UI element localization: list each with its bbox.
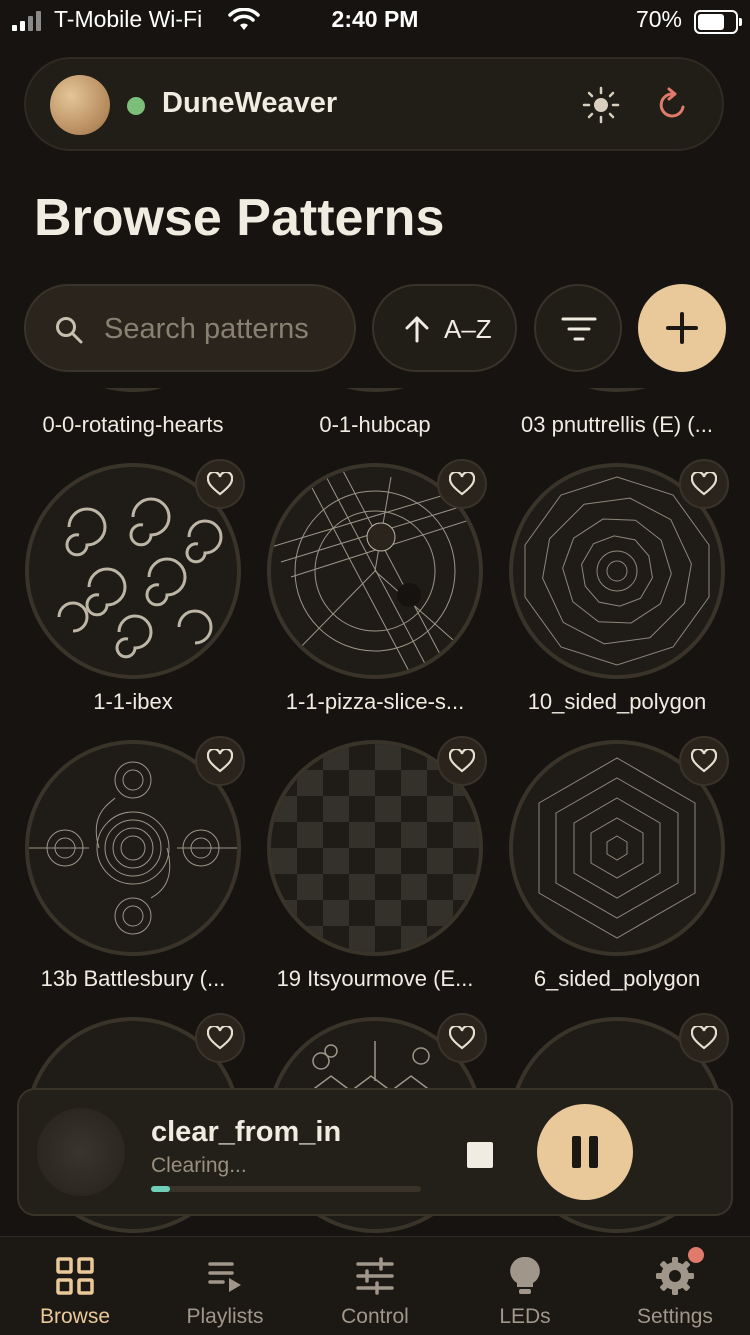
heart-icon [691,1026,717,1050]
pattern-name: 6_sided_polygon [533,966,701,991]
favorite-button[interactable] [195,459,245,509]
tab-label: Browse [39,1305,111,1328]
pattern-thumbnail[interactable] [509,388,725,392]
tab-label: LEDs [499,1305,551,1328]
search-icon [56,317,83,344]
device-avatar[interactable] [50,75,110,135]
sort-button[interactable]: A–Z [372,284,517,372]
filter-icon [561,317,597,341]
search-input[interactable]: Search patterns [24,284,356,372]
heart-icon [449,472,475,496]
tab-playlists[interactable]: Playlists [150,1237,300,1335]
arrow-up-icon [405,316,429,343]
pattern-name: 10_sided_polygon [527,689,707,714]
now-playing-bar[interactable]: clear_from_in Clearing... [17,1088,733,1216]
device-header: DuneWeaver [24,57,724,151]
refresh-button[interactable] [651,83,695,127]
refresh-icon [659,87,685,118]
now-playing-status: Clearing... [151,1154,247,1177]
filter-button[interactable] [534,284,622,372]
progress-bar [151,1186,421,1192]
heart-icon [207,472,233,496]
battery-percent: 70% [635,6,682,32]
progress-fill [151,1186,170,1192]
tab-label: Settings [637,1305,713,1328]
page-title: Browse Patterns [34,189,445,247]
theme-toggle-button[interactable] [579,83,623,127]
favorite-button[interactable] [195,736,245,786]
heart-icon [207,749,233,773]
heart-icon [449,1026,475,1050]
bulb-icon [510,1256,540,1294]
pattern-thumbnail[interactable] [267,388,483,392]
pattern-name: 13b Battlesbury (... [40,966,226,991]
favorite-button[interactable] [195,1013,245,1063]
pattern-name: 19 Itsyourmove (E... [276,966,474,991]
grid-icon [56,1257,94,1295]
tab-label: Control [341,1305,409,1328]
device-name: DuneWeaver [162,87,338,119]
pattern-name: 03 pnuttrellis (E) (... [521,412,713,437]
sort-label: A–Z [444,314,492,344]
sliders-icon [356,1257,394,1295]
pattern-name: 0-1-hubcap [319,412,431,437]
heart-icon [449,749,475,773]
tab-label: Playlists [186,1305,264,1328]
heart-icon [691,472,717,496]
pause-button[interactable] [537,1104,633,1200]
favorite-button[interactable] [679,736,729,786]
battery-icon [694,10,742,34]
heart-icon [207,1026,233,1050]
pattern-name: 1-1-pizza-slice-s... [285,689,465,714]
notification-badge [688,1247,704,1263]
favorite-button[interactable] [679,459,729,509]
tab-settings[interactable]: Settings [600,1237,750,1335]
pattern-name: 1-1-ibex [93,689,173,714]
tab-control[interactable]: Control [300,1237,450,1335]
tab-bar: Browse Playlists Control LEDs Settings [0,1236,750,1335]
tab-leds[interactable]: LEDs [450,1237,600,1335]
search-placeholder: Search patterns [104,313,309,345]
connection-status-dot [127,97,145,115]
favorite-button[interactable] [437,736,487,786]
heart-icon [691,749,717,773]
plus-icon [666,312,698,344]
pattern-thumbnail[interactable] [25,388,241,392]
tab-browse[interactable]: Browse [0,1237,150,1335]
sun-icon [582,86,620,124]
stop-button[interactable] [467,1142,493,1168]
status-bar: T-Mobile Wi-Fi 2:40 PM 70% [0,0,750,44]
pause-icon [572,1136,598,1168]
add-pattern-button[interactable] [638,284,726,372]
now-playing-thumbnail [37,1108,125,1196]
now-playing-title: clear_from_in [151,1116,342,1148]
favorite-button[interactable] [437,1013,487,1063]
favorite-button[interactable] [679,1013,729,1063]
favorite-button[interactable] [437,459,487,509]
playlist-icon [208,1262,241,1292]
pattern-name: 0-0-rotating-hearts [42,412,224,437]
